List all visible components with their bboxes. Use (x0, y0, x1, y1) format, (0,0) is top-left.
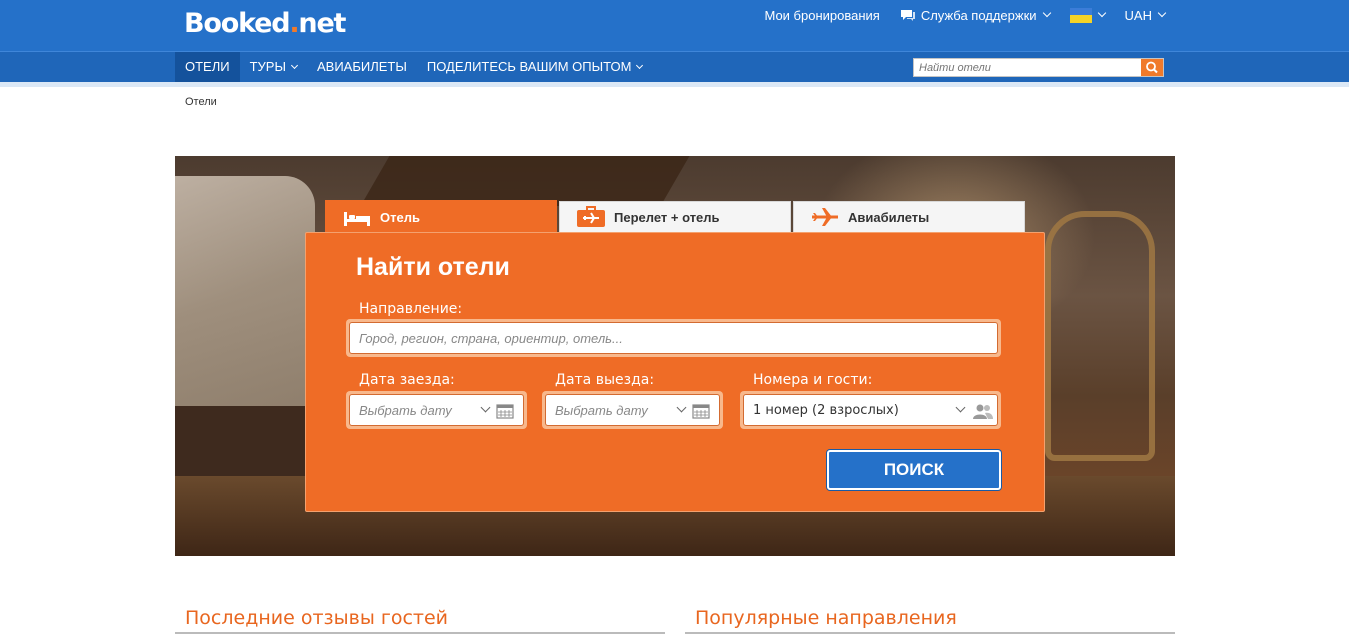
hero-beam (360, 156, 690, 206)
search-icon (1146, 61, 1158, 74)
my-bookings-label: Мои бронирования (764, 7, 880, 23)
search-submit-button[interactable]: ПОИСК (827, 450, 1001, 490)
currency-dropdown[interactable]: UAH (1124, 7, 1167, 23)
rooms-guests-label: Номера и гости: (753, 372, 873, 388)
breadcrumb: Отели (185, 96, 217, 108)
reviews-section-title: Последние отзывы гостей (185, 607, 449, 629)
search-submit-label: ПОИСК (883, 460, 945, 479)
checkout-placeholder: Выбрать дату (555, 402, 648, 418)
nav-underline (0, 82, 1349, 87)
search-button[interactable] (1141, 59, 1163, 76)
checkin-label: Дата заезда: (359, 372, 455, 388)
top-header: Booked.net Мои бронирования Служба подде… (0, 0, 1349, 51)
nav-items: ОТЕЛИ ТУРЫ АВИАБИЛЕТЫ ПОДЕЛИТЕСЬ ВАШИМ О… (175, 52, 652, 82)
chevron-down-icon (955, 402, 966, 413)
main-nav: ОТЕЛИ ТУРЫ АВИАБИЛЕТЫ ПОДЕЛИТЕСЬ ВАШИМ О… (0, 51, 1349, 82)
destination-field-wrap: Город, регион, страна, ориентир, отель..… (346, 319, 1001, 357)
logo-tld: net (298, 8, 346, 39)
checkin-placeholder: Выбрать дату (359, 402, 452, 418)
bed-icon (344, 212, 370, 226)
rooms-guests-select[interactable]: 1 номер (2 взрослых) (743, 394, 998, 426)
hotel-search-box (913, 58, 1164, 77)
nav-item-flights[interactable]: АВИАБИЛЕТЫ (307, 52, 417, 82)
hero-chair (1045, 211, 1155, 461)
destination-input[interactable]: Город, регион, страна, ориентир, отель..… (349, 322, 998, 354)
chat-icon (900, 10, 915, 21)
logo-main: Booked (184, 8, 291, 39)
chevron-down-icon (1097, 8, 1106, 18)
checkin-field-wrap: Выбрать дату (346, 391, 527, 429)
my-bookings-link[interactable]: Мои бронирования (764, 8, 879, 23)
nav-item-label: АВИАБИЛЕТЫ (317, 59, 407, 74)
logo[interactable]: Booked.net (184, 7, 346, 41)
popular-section-divider (685, 632, 1175, 634)
chevron-down-icon (1042, 8, 1051, 18)
tab-hotel[interactable]: Отель (325, 200, 557, 233)
hotel-search-input[interactable] (914, 59, 1142, 76)
calendar-icon[interactable] (692, 403, 710, 419)
support-dropdown[interactable]: Служба поддержки (900, 7, 1051, 23)
nav-item-label: ОТЕЛИ (185, 59, 230, 74)
reviews-section-divider (175, 632, 665, 634)
suitcase-plane-icon (577, 206, 605, 227)
guests-icon (973, 404, 993, 419)
destination-label: Направление: (359, 301, 463, 317)
chevron-down-icon (1157, 8, 1167, 18)
rooms-guests-value: 1 номер (2 взрослых) (753, 402, 899, 418)
checkout-field-wrap: Выбрать дату (542, 391, 723, 429)
popular-section-title: Популярные направления (695, 607, 957, 629)
nav-item-label: ТУРЫ (249, 59, 286, 74)
chevron-down-icon (290, 61, 299, 69)
nav-item-share-experience[interactable]: ПОДЕЛИТЕСЬ ВАШИМ ОПЫТОМ (417, 52, 653, 82)
breadcrumb-item[interactable]: Отели (185, 96, 217, 108)
tab-flight-hotel[interactable]: Перелет + отель (559, 201, 791, 232)
tab-label: Отель (380, 209, 420, 225)
currency-label: UAH (1124, 7, 1152, 23)
checkout-date-input[interactable]: Выбрать дату (545, 394, 720, 426)
language-dropdown[interactable] (1069, 7, 1106, 23)
tab-label: Авиабилеты (848, 209, 930, 225)
nav-item-label: ПОДЕЛИТЕСЬ ВАШИМ ОПЫТОМ (426, 59, 632, 74)
ukraine-flag-icon (1069, 7, 1092, 23)
calendar-icon[interactable] (496, 403, 514, 419)
support-label: Служба поддержки (920, 7, 1037, 23)
rooms-field-wrap: 1 номер (2 взрослых) (740, 391, 1001, 429)
chevron-down-icon (480, 402, 491, 413)
tab-label: Перелет + отель (614, 209, 720, 225)
hero-bed-base (175, 406, 305, 486)
nav-item-hotels[interactable]: ОТЕЛИ (175, 52, 240, 82)
nav-item-tours[interactable]: ТУРЫ (240, 52, 307, 82)
tab-flights[interactable]: Авиабилеты (793, 201, 1025, 232)
checkout-label: Дата выезда: (555, 372, 655, 388)
destination-placeholder: Город, регион, страна, ориентир, отель..… (359, 330, 623, 346)
plane-icon (812, 208, 838, 226)
chevron-down-icon (636, 61, 644, 69)
chevron-down-icon (676, 402, 687, 413)
checkin-date-input[interactable]: Выбрать дату (349, 394, 524, 426)
panel-title: Найти отели (356, 253, 510, 281)
top-links: Мои бронирования Служба поддержки UAH (764, 6, 1167, 24)
